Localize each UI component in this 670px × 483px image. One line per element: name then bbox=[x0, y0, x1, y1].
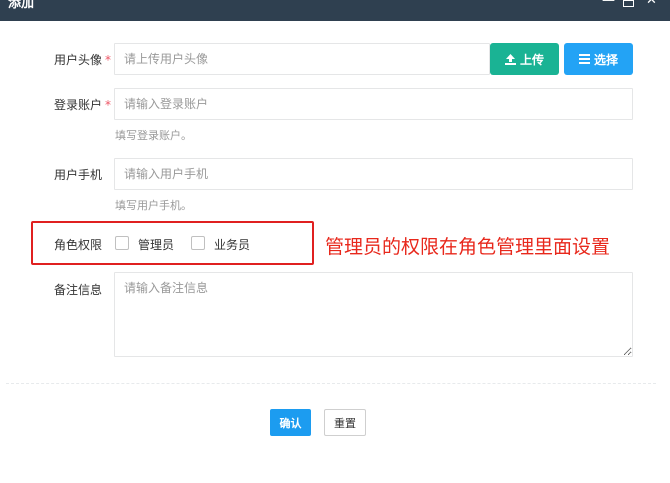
remark-textarea[interactable] bbox=[114, 272, 633, 357]
account-label: 登录账户 * bbox=[54, 96, 111, 113]
upload-button-label: 上传 bbox=[519, 52, 544, 67]
avatar-label-text: 用户头像 bbox=[54, 53, 103, 67]
upload-icon bbox=[504, 53, 516, 65]
list-icon bbox=[578, 54, 590, 64]
select-button[interactable]: 选择 bbox=[564, 43, 633, 75]
role-option-admin: 管理员 bbox=[138, 238, 175, 252]
account-required-mark: * bbox=[105, 98, 112, 112]
confirm-button[interactable]: 确认 bbox=[270, 409, 311, 436]
dialog-titlebar: 添加 — ✕ bbox=[0, 0, 670, 21]
remark-label: 备注信息 bbox=[54, 283, 103, 297]
role-label: 角色权限 bbox=[54, 238, 103, 252]
account-label-text: 登录账户 bbox=[54, 98, 103, 112]
avatar-label: 用户头像 * bbox=[54, 51, 111, 68]
account-hint: 填写登录账户。 bbox=[115, 129, 192, 142]
avatar-input[interactable] bbox=[114, 43, 490, 75]
annotation-text: 管理员的权限在角色管理里面设置 bbox=[325, 236, 611, 258]
close-icon[interactable]: ✕ bbox=[646, 0, 657, 8]
phone-label: 用户手机 bbox=[54, 168, 103, 182]
role-option-sales: 业务员 bbox=[214, 238, 251, 252]
account-input[interactable] bbox=[114, 88, 633, 120]
phone-hint: 填写用户手机。 bbox=[115, 199, 192, 212]
reset-button[interactable]: 重置 bbox=[324, 409, 366, 436]
maximize-icon[interactable] bbox=[623, 0, 634, 7]
select-button-label: 选择 bbox=[593, 52, 618, 67]
form-divider bbox=[6, 383, 656, 384]
role-checkbox-sales[interactable] bbox=[191, 236, 205, 250]
minimize-icon[interactable]: — bbox=[602, 0, 615, 8]
role-checkbox-admin[interactable] bbox=[115, 236, 129, 250]
phone-input[interactable] bbox=[114, 158, 633, 190]
upload-button[interactable]: 上传 bbox=[490, 43, 559, 75]
dialog-title: 添加 bbox=[8, 0, 35, 11]
avatar-required-mark: * bbox=[105, 53, 112, 67]
